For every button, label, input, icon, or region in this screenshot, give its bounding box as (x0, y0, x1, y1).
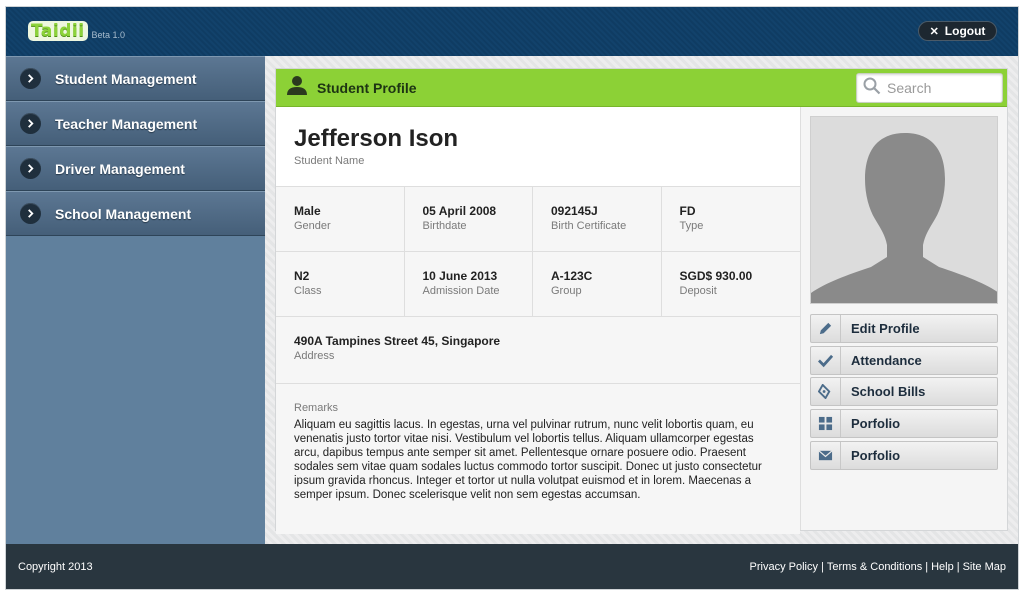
remarks-text: Aliquam eu sagittis lacus. In egestas, u… (294, 419, 762, 501)
remarks-block: Remarks Aliquam eu sagittis lacus. In eg… (276, 384, 800, 534)
field-value: SGD$ 930.00 (679, 269, 753, 283)
action-label: Porfolio (851, 447, 901, 463)
student-profile-panel: Student Profile Jefferson Ison Student N… (275, 68, 1008, 534)
admission-date-cell: 10 June 2013 Admission Date (405, 252, 533, 316)
deposit-cell: SGD$ 930.00 Deposit (662, 252, 791, 316)
field-label: Class (294, 285, 322, 297)
field-value: FD (679, 204, 696, 218)
top-bar: Taidii Beta 1.0 ✕ Logout (6, 7, 1018, 56)
app-frame: Taidii Beta 1.0 ✕ Logout Student Managem… (5, 6, 1019, 590)
field-value: N2 (294, 269, 310, 283)
field-label: Admission Date (422, 285, 500, 297)
envelope-icon (811, 441, 841, 469)
school-bills-button[interactable]: School Bills (810, 377, 998, 407)
sidebar: Student Management Teacher Management Dr… (6, 56, 265, 544)
bills-icon (811, 378, 841, 406)
action-label: Attendance (851, 352, 922, 368)
sidebar-item-label: Teacher Management (55, 115, 198, 132)
type-cell: FD Type (662, 187, 791, 251)
field-label: Birth Certificate (551, 220, 627, 232)
site-map-link[interactable]: Site Map (963, 561, 1006, 573)
sidebar-item-student-management[interactable]: Student Management (6, 56, 265, 101)
action-label: School Bills (851, 384, 926, 400)
sidebar-item-teacher-management[interactable]: Teacher Management (6, 101, 265, 146)
edit-profile-button[interactable]: Edit Profile (810, 314, 998, 343)
user-icon (286, 75, 308, 100)
address-value: 490A Tampines Street 45, Singapore (294, 334, 501, 348)
info-row: N2 Class 10 June 2013 Admission Date A-1… (276, 252, 800, 317)
close-icon: ✕ (929, 25, 939, 38)
address-block: 490A Tampines Street 45, Singapore Addre… (276, 317, 800, 384)
field-value: Male (294, 204, 321, 218)
field-value: 092145J (551, 204, 598, 218)
chevron-right-icon (20, 68, 41, 89)
main-content: Student Profile Jefferson Ison Student N… (265, 56, 1018, 544)
birth-certificate-cell: 092145J Birth Certificate (533, 187, 662, 251)
field-label: Deposit (679, 285, 717, 297)
pencil-icon (811, 315, 841, 342)
panel-title: Student Profile (317, 79, 417, 96)
terms-link[interactable]: Terms & Conditions (827, 561, 922, 573)
remarks-label: Remarks (294, 402, 339, 414)
chevron-right-icon (20, 113, 41, 134)
field-value: A-123C (551, 269, 593, 283)
sidebar-item-label: School Management (55, 205, 192, 222)
person-silhouette-icon (811, 117, 997, 303)
field-label: Type (679, 220, 704, 232)
group-cell: A-123C Group (533, 252, 662, 316)
address-label: Address (294, 350, 335, 362)
copyright-text: Copyright 2013 (18, 560, 93, 573)
name-block: Jefferson Ison Student Name (276, 107, 800, 187)
field-label: Group (551, 285, 582, 297)
logo[interactable]: Taidii Beta 1.0 (28, 19, 125, 41)
portfolio-message-button[interactable]: Porfolio (810, 440, 998, 470)
gender-cell: Male Gender (276, 187, 405, 251)
sidebar-item-label: Student Management (55, 70, 197, 87)
sidebar-item-label: Driver Management (55, 160, 185, 177)
chevron-right-icon (20, 203, 41, 224)
divider: | (925, 560, 929, 573)
action-list: Edit Profile Attendance School Bills Por… (810, 314, 998, 472)
student-name-label: Student Name (294, 155, 365, 167)
class-cell: N2 Class (276, 252, 405, 316)
info-row: Male Gender 05 April 2008 Birthdate 0921… (276, 187, 800, 252)
portfolio-button[interactable]: Porfolio (810, 409, 998, 439)
avatar (810, 116, 998, 304)
field-value: 05 April 2008 (422, 204, 497, 218)
search-box[interactable] (856, 73, 1003, 103)
sidebar-item-school-management[interactable]: School Management (6, 191, 265, 236)
search-input[interactable] (887, 80, 997, 96)
checkmark-icon (811, 346, 841, 374)
panel-header: Student Profile (276, 69, 1007, 107)
footer-links: Privacy Policy | Terms & Conditions | Help | S… (750, 561, 1006, 573)
field-label: Birthdate (422, 220, 467, 232)
profile-details: Jefferson Ison Student Name Male Gender … (276, 107, 800, 534)
grid-icon (811, 410, 841, 438)
privacy-policy-link[interactable]: Privacy Policy (750, 561, 818, 573)
beta-label: Beta 1.0 (91, 30, 126, 40)
profile-sidebar: Edit Profile Attendance School Bills Por… (800, 107, 1007, 530)
field-label: Gender (294, 220, 331, 232)
birthdate-cell: 05 April 2008 Birthdate (405, 187, 533, 251)
help-link[interactable]: Help (931, 561, 954, 573)
footer: Copyright 2013 Privacy Policy | Terms & Co… (6, 544, 1018, 589)
divider: | (821, 560, 824, 573)
logo-text: Taidii (28, 21, 88, 41)
student-name: Jefferson Ison (294, 125, 459, 152)
sidebar-item-driver-management[interactable]: Driver Management (6, 146, 265, 191)
attendance-button[interactable]: Attendance (810, 345, 998, 375)
action-label: Porfolio (851, 416, 901, 432)
chevron-right-icon (20, 158, 41, 179)
logout-label: Logout (944, 24, 986, 38)
action-label: Edit Profile (851, 321, 920, 336)
search-icon (863, 77, 881, 100)
divider: | (956, 560, 960, 573)
logout-button[interactable]: ✕ Logout (918, 21, 997, 41)
field-value: 10 June 2013 (422, 269, 498, 283)
